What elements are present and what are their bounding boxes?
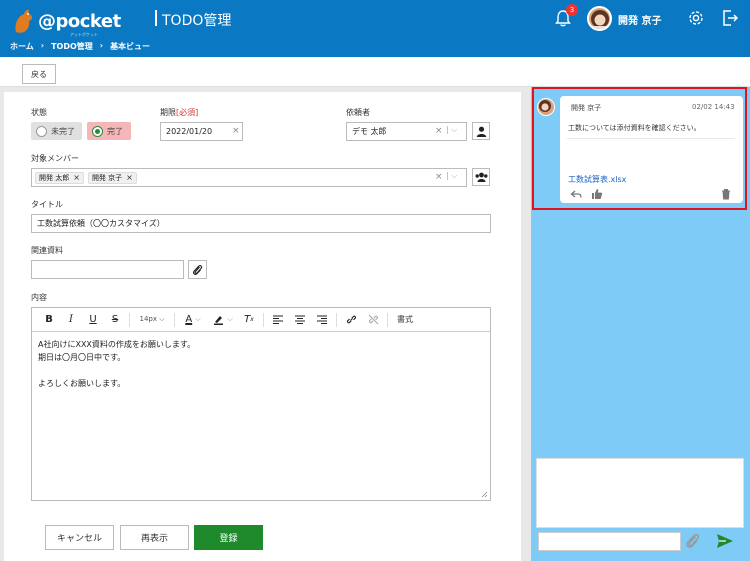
paperclip-icon[interactable] <box>684 532 702 550</box>
chevron-down-icon[interactable]: | ⌵ <box>446 125 457 135</box>
back-button[interactable]: 戻る <box>22 64 56 84</box>
app-header: @pocket アットポケット TODO管理 ホーム › TODO管理 › 基本… <box>0 0 750 57</box>
clear-requester-icon[interactable]: × <box>435 126 443 136</box>
person-photo-icon <box>591 10 610 29</box>
title-input[interactable]: 工数試算依頼（〇〇カスタマイズ） <box>31 214 491 233</box>
align-left-icon[interactable] <box>267 315 289 324</box>
breadcrumb-todo[interactable]: TODO管理 <box>51 41 93 52</box>
align-center-icon[interactable] <box>289 315 311 324</box>
logout-icon[interactable] <box>720 8 740 28</box>
member-tag-label: 開発 太郎 <box>39 173 70 182</box>
editor-line: A社向けにXXX資料の作成をお願いします。 <box>38 340 196 349</box>
status-complete-toggle[interactable]: 完了 <box>87 122 131 140</box>
toolbar-divider <box>387 312 388 327</box>
breadcrumb: ホーム › TODO管理 › 基本ビュー <box>10 41 150 52</box>
redisplay-button[interactable]: 再表示 <box>120 525 189 550</box>
title-label: タイトル <box>31 200 63 209</box>
due-date-label-text: 期限 <box>160 108 176 117</box>
resize-handle-icon[interactable] <box>481 491 488 498</box>
editor-line: よろしくお願いします。 <box>38 379 126 388</box>
editor-toolbar: B I U S 14px ⌵ A ⌵ ⌵ Tx 書式 <box>32 308 490 332</box>
select-user-button[interactable] <box>472 122 490 140</box>
format-button[interactable]: 書式 <box>391 314 419 325</box>
remove-tag-icon[interactable]: × <box>73 173 80 182</box>
bold-icon[interactable]: B <box>38 314 60 325</box>
member-tag[interactable]: 開発 太郎 × <box>35 171 84 184</box>
requester-label: 依頼者 <box>346 108 370 117</box>
status-label: 状態 <box>31 108 47 117</box>
attach-button[interactable] <box>188 260 207 279</box>
selected-comment-highlight <box>532 87 747 210</box>
breadcrumb-home[interactable]: ホーム <box>10 41 34 52</box>
toolbar-divider <box>336 312 337 327</box>
status-complete-label: 完了 <box>107 126 123 136</box>
clear-date-icon[interactable]: × <box>232 126 240 136</box>
requester-value: デモ 太郎 <box>352 127 387 136</box>
unlink-icon[interactable] <box>362 314 384 325</box>
clear-members-icon[interactable]: × <box>435 172 443 182</box>
align-right-icon[interactable] <box>311 315 333 324</box>
italic-icon[interactable]: I <box>60 314 82 325</box>
title-divider <box>155 10 157 26</box>
breadcrumb-separator-icon: › <box>40 41 45 50</box>
chevron-down-icon[interactable]: | ⌵ <box>446 171 457 181</box>
font-size-value: 14px <box>139 315 157 323</box>
content-label: 内容 <box>31 293 47 302</box>
members-label: 対象メンバー <box>31 154 79 163</box>
gear-icon[interactable] <box>686 8 706 28</box>
cancel-button[interactable]: キャンセル <box>45 525 114 550</box>
rich-text-editor: B I U S 14px ⌵ A ⌵ ⌵ Tx 書式 A社向けにXXX資料の作成… <box>31 307 491 501</box>
radio-on-icon <box>92 125 103 137</box>
breadcrumb-separator-icon: › <box>99 41 104 50</box>
editor-line: 期日は〇月〇日中です。 <box>38 353 126 362</box>
logo-text: @pocket <box>38 11 121 32</box>
user-avatar[interactable] <box>587 6 612 31</box>
status-incomplete-toggle[interactable]: 未完了 <box>31 122 82 140</box>
toolbar-divider <box>263 312 264 327</box>
comment-attachment-input[interactable] <box>538 532 681 551</box>
send-icon[interactable] <box>716 533 734 549</box>
register-button[interactable]: 登録 <box>194 525 263 550</box>
title-value: 工数試算依頼（〇〇カスタマイズ） <box>37 219 165 228</box>
status-incomplete-label: 未完了 <box>51 126 75 136</box>
radio-off-icon <box>36 125 47 137</box>
members-select[interactable]: 開発 太郎 × 開発 京子 × <box>31 168 467 187</box>
editor-content[interactable]: A社向けにXXX資料の作成をお願いします。 期日は〇月〇日中です。 よろしくお願… <box>32 332 490 396</box>
strikethrough-icon[interactable]: S <box>104 314 126 325</box>
due-date-field[interactable]: 2022/01/20 <box>160 122 243 141</box>
user-name[interactable]: 開発 京子 <box>618 12 661 27</box>
member-tag[interactable]: 開発 京子 × <box>87 171 137 184</box>
user-icon <box>476 126 486 137</box>
font-size-select[interactable]: 14px ⌵ <box>133 315 171 324</box>
paperclip-icon <box>193 264 203 275</box>
due-date-value: 2022/01/20 <box>166 127 213 136</box>
related-input[interactable] <box>31 260 184 279</box>
member-tag-label: 開発 京子 <box>91 173 123 182</box>
action-toolbar: 戻る <box>0 57 750 87</box>
text-color-icon[interactable]: A ⌵ <box>178 314 208 325</box>
required-mark: [必須] <box>176 108 199 117</box>
users-icon <box>475 172 487 182</box>
notification-badge: 3 <box>566 4 578 16</box>
app-logo[interactable]: @pocket アットポケット <box>10 6 121 37</box>
toolbar-divider <box>129 312 130 327</box>
kangaroo-logo-icon <box>15 9 33 33</box>
marker-icon <box>214 316 224 325</box>
page-title: TODO管理 <box>162 13 232 29</box>
highlight-color-icon[interactable]: ⌵ <box>208 314 238 325</box>
logo-subtext: アットポケット <box>70 32 98 37</box>
due-date-label: 期限[必須] <box>160 107 198 118</box>
related-label: 関連資料 <box>31 246 63 255</box>
select-members-button[interactable] <box>472 168 490 186</box>
clear-format-icon[interactable]: Tx <box>238 314 260 325</box>
breadcrumb-view: 基本ビュー <box>110 42 151 51</box>
toolbar-divider <box>174 312 175 327</box>
remove-tag-icon[interactable]: × <box>126 173 133 182</box>
underline-icon[interactable]: U <box>82 314 104 325</box>
comment-compose-area[interactable] <box>536 458 744 528</box>
link-icon[interactable] <box>340 314 362 325</box>
